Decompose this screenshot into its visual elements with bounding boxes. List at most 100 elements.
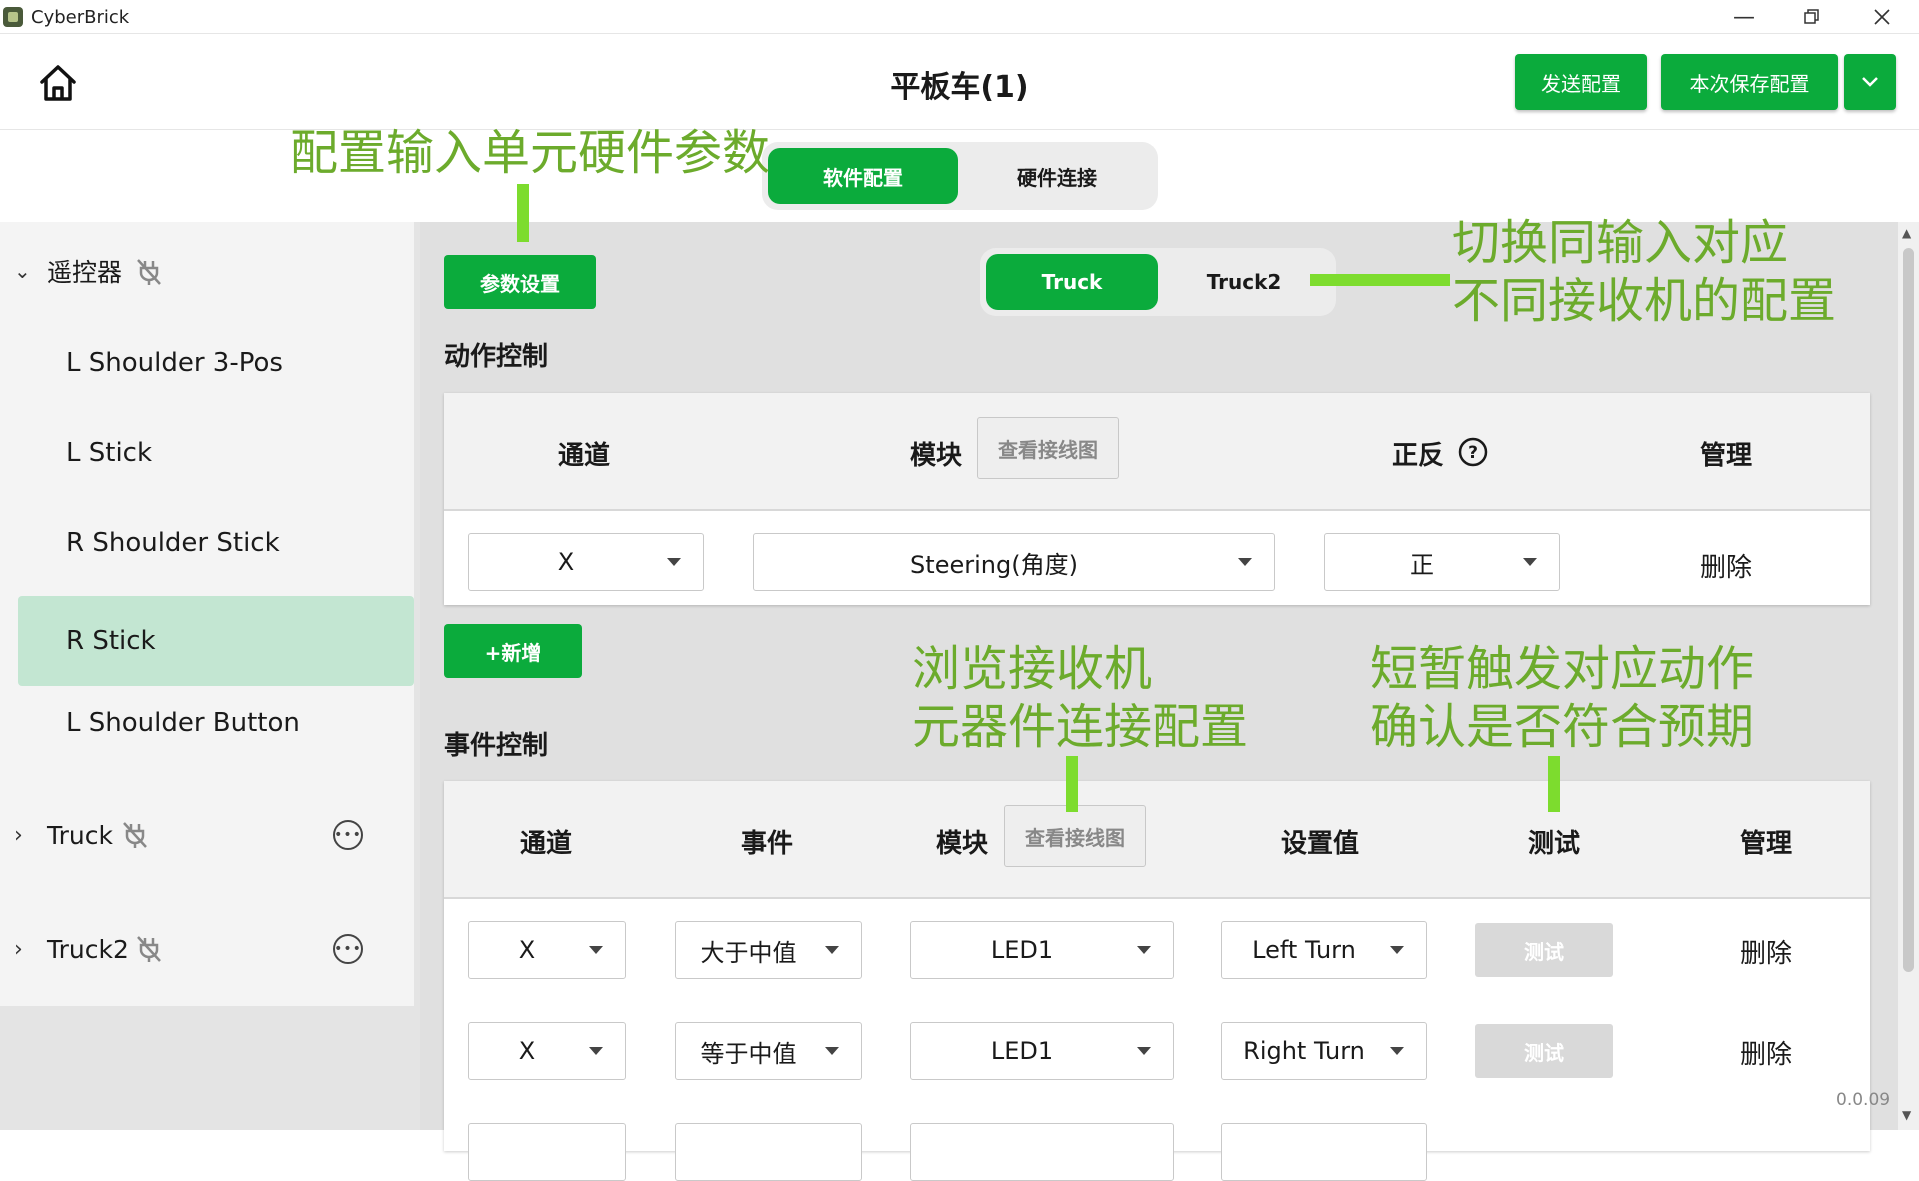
test-button[interactable]: 测试 <box>1475 1024 1613 1078</box>
svg-text:?: ? <box>1468 443 1478 463</box>
minimize-icon[interactable]: — <box>1708 0 1780 34</box>
scroll-thumb[interactable] <box>1903 248 1914 972</box>
help-icon[interactable]: ? <box>1458 437 1488 467</box>
more-options-icon[interactable]: ••• <box>333 820 363 850</box>
channel-select[interactable]: X <box>468 533 704 591</box>
title-bar: CyberBrick — <box>0 0 1919 34</box>
receiver-label: Truck2 <box>47 934 129 964</box>
col-manage: 管理 <box>1700 441 1753 471</box>
close-icon[interactable] <box>1846 0 1918 34</box>
caret-down-icon <box>825 1047 839 1055</box>
sidebar-tree: ⌄ 遥控器 L Shoulder 3-Pos L Stick R Shoulde… <box>0 222 414 1006</box>
col-channel: 通道 <box>558 441 611 471</box>
chevron-right-icon: › <box>14 822 23 848</box>
action-control-title: 动作控制 <box>444 342 549 372</box>
scrollbar[interactable]: ▲ ▼ <box>1898 222 1919 1130</box>
chevron-down-icon: ⌄ <box>14 259 31 283</box>
version-label: 0.0.09 <box>1836 1090 1891 1110</box>
test-button[interactable]: 测试 <box>1475 923 1613 977</box>
annotation-connector <box>1548 756 1560 812</box>
more-options-icon[interactable]: ••• <box>333 934 363 964</box>
caret-down-icon <box>825 946 839 954</box>
event-select[interactable]: 大于中值 <box>675 921 862 979</box>
col-channel: 通道 <box>520 829 573 859</box>
caret-down-icon <box>1137 946 1151 954</box>
event-control-title: 事件控制 <box>444 731 549 761</box>
disconnected-icon <box>137 259 161 285</box>
main-tabs: 软件配置 硬件连接 <box>762 142 1158 210</box>
receiver-label: Truck <box>47 820 113 850</box>
chevron-down-icon <box>1862 77 1878 87</box>
event-select[interactable]: 等于中值 <box>675 1022 862 1080</box>
annotation-browse-wiring: 浏览接收机 元器件连接配置 <box>912 641 1249 755</box>
value-select[interactable]: Left Turn <box>1221 921 1427 979</box>
sidebar-receiver-truck2[interactable]: › Truck2 ••• <box>0 914 414 984</box>
table-header: 通道 事件 模块 查看接线图 设置值 测试 管理 <box>444 781 1870 899</box>
caret-down-icon <box>1390 1047 1404 1055</box>
window-title: CyberBrick <box>31 7 130 28</box>
col-module: 模块 <box>910 441 963 471</box>
receiver-tabs: Truck Truck2 <box>980 248 1336 316</box>
scroll-up-icon[interactable]: ▲ <box>1902 226 1911 240</box>
caret-down-icon <box>1390 946 1404 954</box>
sidebar-receiver-truck[interactable]: › Truck ••• <box>0 800 414 870</box>
chevron-right-icon: › <box>14 936 23 962</box>
disconnected-icon <box>137 936 161 962</box>
tab-receiver-truck[interactable]: Truck <box>986 254 1158 310</box>
save-config-button[interactable]: 本次保存配置 <box>1661 54 1838 110</box>
tab-software-config[interactable]: 软件配置 <box>768 148 958 204</box>
delete-link[interactable]: 删除 <box>1700 547 1752 584</box>
col-manage: 管理 <box>1740 829 1793 859</box>
annotation-hardware-params: 配置输入单元硬件参数 <box>290 125 771 181</box>
col-event: 事件 <box>741 829 794 859</box>
value-select[interactable]: Right Turn <box>1221 1022 1427 1080</box>
tab-hardware-connection[interactable]: 硬件连接 <box>962 148 1152 204</box>
value-select[interactable] <box>1221 1123 1427 1181</box>
caret-down-icon <box>589 1047 603 1055</box>
scroll-down-icon[interactable]: ▼ <box>1902 1108 1911 1122</box>
annotation-connector <box>1310 274 1450 286</box>
caret-down-icon <box>1523 558 1537 566</box>
add-action-button[interactable]: +新增 <box>444 624 582 678</box>
sidebar-group-label: 遥控器 <box>47 258 123 287</box>
channel-select[interactable] <box>468 1123 626 1181</box>
app-logo-icon <box>3 7 23 27</box>
sidebar-group-remote[interactable]: ⌄ 遥控器 <box>0 236 414 306</box>
col-value: 设置值 <box>1281 829 1360 859</box>
caret-down-icon <box>667 558 681 566</box>
col-test: 测试 <box>1528 829 1581 859</box>
module-select[interactable]: Steering(角度) <box>753 533 1275 591</box>
send-config-button[interactable]: 发送配置 <box>1515 54 1647 110</box>
direction-select[interactable]: 正 <box>1324 533 1560 591</box>
event-table: 通道 事件 模块 查看接线图 设置值 测试 管理 X 大于中值 LED1 Lef… <box>444 781 1870 1181</box>
channel-select[interactable]: X <box>468 1022 626 1080</box>
event-select[interactable] <box>675 1123 862 1181</box>
col-direction: 正反 <box>1392 441 1445 471</box>
module-select[interactable]: LED1 <box>910 921 1174 979</box>
caret-down-icon <box>589 946 603 954</box>
module-select[interactable]: LED1 <box>910 1022 1174 1080</box>
caret-down-icon <box>1137 1047 1151 1055</box>
channel-select[interactable]: X <box>468 921 626 979</box>
col-module: 模块 <box>936 829 989 859</box>
view-wiring-button[interactable]: 查看接线图 <box>1004 805 1146 867</box>
app-header: 平板车(1) 发送配置 本次保存配置 <box>0 34 1919 130</box>
annotation-connector <box>1066 756 1078 812</box>
sidebar-item-r-stick[interactable]: R Stick <box>18 596 414 686</box>
tab-receiver-truck2[interactable]: Truck2 <box>1158 254 1330 310</box>
table-header: 通道 模块 查看接线图 正反 ? 管理 <box>444 393 1870 511</box>
sidebar-item-l-stick[interactable]: L Stick <box>18 408 414 498</box>
delete-link[interactable]: 删除 <box>1740 933 1792 970</box>
sidebar-item-l-shoulder-button[interactable]: L Shoulder Button <box>18 678 414 768</box>
view-wiring-button[interactable]: 查看接线图 <box>977 417 1119 479</box>
action-table: 通道 模块 查看接线图 正反 ? 管理 X Steering(角度) 正 删除 <box>444 393 1870 605</box>
annotation-trigger-test: 短暂触发对应动作 确认是否符合预期 <box>1370 641 1755 755</box>
module-select[interactable] <box>910 1123 1174 1181</box>
sidebar-item-r-shoulder-stick[interactable]: R Shoulder Stick <box>18 498 414 588</box>
restore-icon[interactable] <box>1776 0 1848 34</box>
save-options-dropdown[interactable] <box>1844 54 1896 110</box>
disconnected-icon <box>123 822 147 848</box>
delete-link[interactable]: 删除 <box>1740 1034 1792 1071</box>
param-settings-button[interactable]: 参数设置 <box>444 255 596 309</box>
sidebar-item-l-shoulder-3pos[interactable]: L Shoulder 3-Pos <box>18 318 414 408</box>
